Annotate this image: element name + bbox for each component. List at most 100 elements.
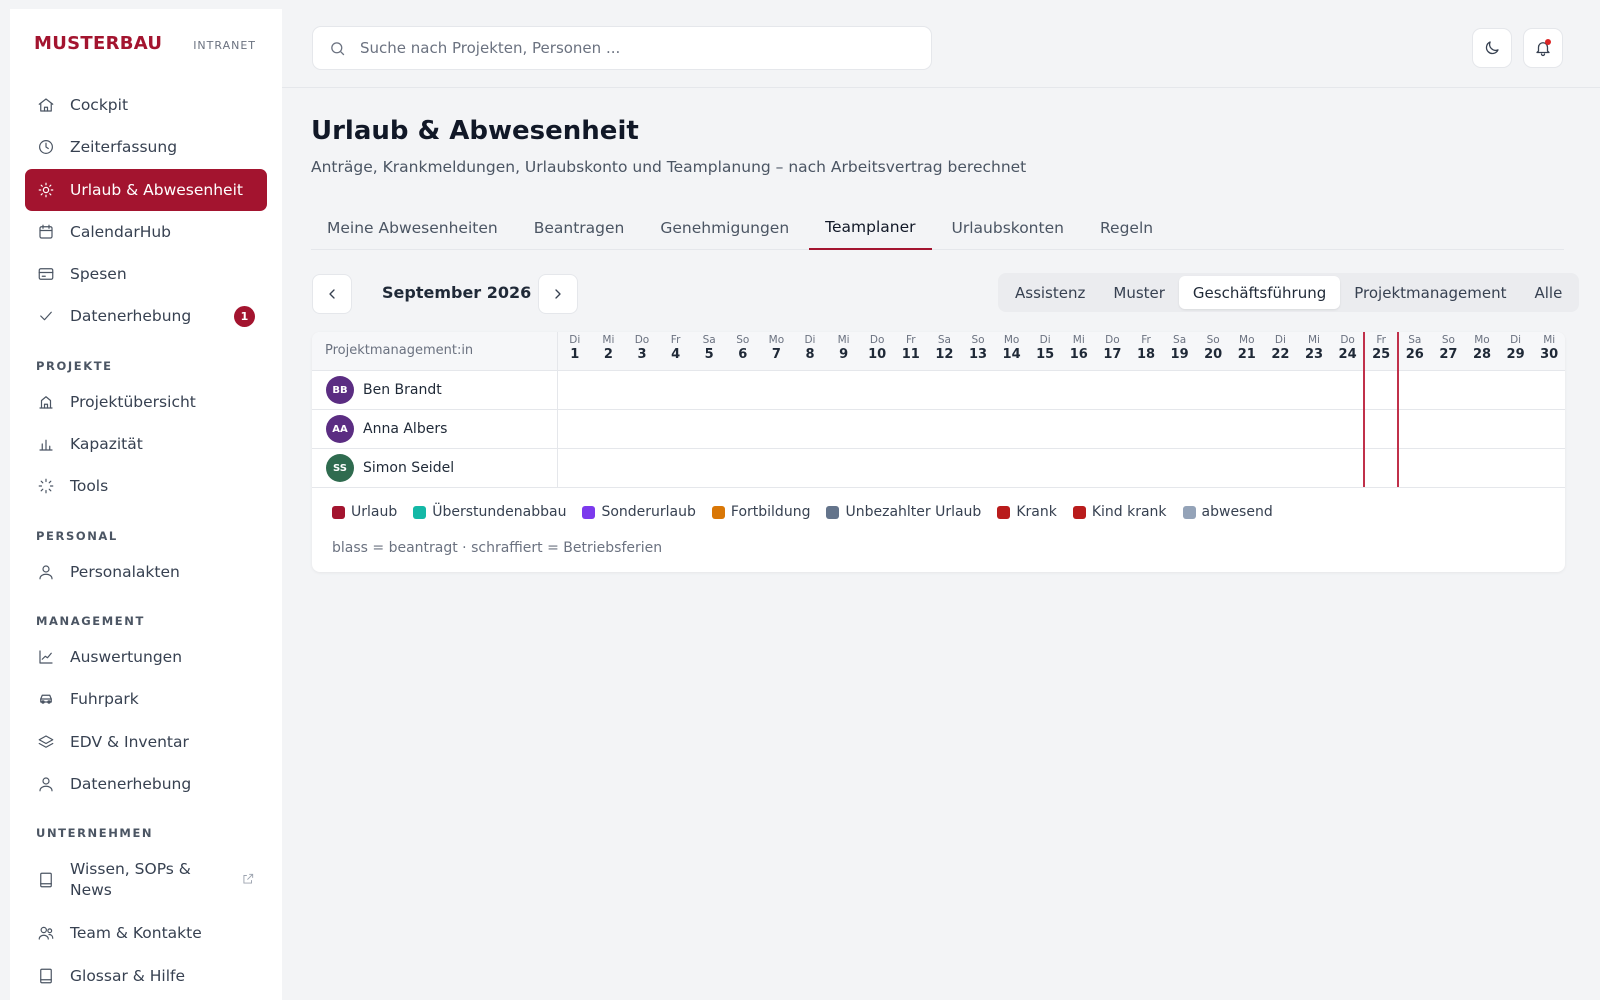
day-number: 14 [1002, 347, 1021, 362]
sidebar-item-fuhrpark[interactable]: Fuhrpark [25, 678, 267, 720]
sidebar-item-glossar-hilfe[interactable]: Glossar & Hilfe [25, 955, 267, 997]
sidebar-item-label: Datenerhebung [70, 774, 192, 793]
weekday-label: Mo [1239, 334, 1255, 346]
legend-item-uberstundenabbau: Überstundenabbau [413, 504, 566, 520]
day-column-header: Sa 5 [692, 332, 726, 371]
filter-geschaftsfuhrung[interactable]: Geschäftsführung [1178, 276, 1341, 309]
weekday-label: Mo [1474, 334, 1490, 346]
search-input[interactable] [360, 39, 900, 57]
day-number: 23 [1304, 347, 1324, 362]
day-column-header: Mi 9 [827, 332, 861, 371]
tab-urlaubskonten[interactable]: Urlaubskonten [936, 205, 1080, 250]
dark-mode-button[interactable] [1472, 28, 1512, 68]
book-icon [37, 871, 55, 889]
weekday-label: Sa [1408, 334, 1422, 346]
sun-icon [37, 181, 55, 199]
search-box[interactable] [312, 26, 932, 70]
sidebar-item-zeiterfassung[interactable]: Zeiterfassung [25, 126, 267, 168]
notifications-button[interactable] [1523, 28, 1563, 68]
day-column-header: Do 17 [1096, 332, 1130, 371]
person-name[interactable]: Ben Brandt [363, 382, 442, 398]
tab-beantragen[interactable]: Beantragen [518, 205, 641, 250]
day-number: 8 [805, 347, 815, 362]
day-column-header: Mi 2 [592, 332, 626, 371]
page-subtitle: Anträge, Krankmeldungen, Urlaubskonto un… [311, 158, 1027, 176]
legend-item-abwesend: abwesend [1182, 504, 1273, 520]
sidebar-item-label: Personalakten [70, 562, 180, 581]
sidebar-item-label: Zeiterfassung [70, 138, 178, 157]
next-month-button[interactable] [538, 274, 578, 314]
legend-item-fortbildung: Fortbildung [711, 504, 810, 520]
legend-swatch [332, 505, 345, 519]
sidebar-item-spesen[interactable]: Spesen [25, 253, 267, 295]
sidebar-item-label: Team & Kontakte [70, 924, 202, 943]
brand: MUSTERBAU INTRANET [10, 9, 282, 69]
day-column-header: Mo 21 [1230, 332, 1264, 371]
avatar[interactable]: SS [326, 454, 354, 482]
filter-projektmanagement[interactable]: Projektmanagement [1340, 276, 1520, 309]
user-icon [37, 775, 55, 793]
filter-alle[interactable]: Alle [1521, 276, 1577, 309]
filter-assistenz[interactable]: Assistenz [1001, 276, 1099, 309]
sidebar-nav: Cockpit Zeiterfassung Urlaub & Abwesenheit… [10, 69, 282, 997]
sidebar-item-auswertungen[interactable]: Auswertungen [25, 636, 267, 678]
sidebar-item-kapazitat[interactable]: Kapazität [25, 423, 267, 465]
day-column-header: Do 24 [1331, 332, 1365, 371]
credit-card-icon [37, 265, 55, 283]
filter-muster[interactable]: Muster [1099, 276, 1179, 309]
person-row: AA Anna Albers [312, 410, 1565, 449]
sidebar-item-label: Glossar & Hilfe [70, 966, 186, 985]
tab-meine-abwesenheiten[interactable]: Meine Abwesenheiten [311, 205, 514, 250]
sidebar-item-personalakten[interactable]: Personalakten [25, 551, 267, 593]
legend-label: Kind krank [1091, 504, 1167, 520]
team-filter: Assistenz Muster Geschäftsführung Projektma… [998, 273, 1580, 312]
tab-teamplaner[interactable]: Teamplaner [809, 205, 932, 250]
weekday-label: Mi [1072, 334, 1085, 346]
sidebar-item-calendarhub[interactable]: CalendarHub [25, 211, 267, 253]
sidebar-item-datenerhebung[interactable]: Datenerhebung 1 [25, 295, 267, 337]
sidebar-item-team-kontakte[interactable]: Team & Kontakte [25, 912, 267, 954]
weekday-label: So [736, 334, 750, 346]
sidebar-item-datenerhebung[interactable]: Datenerhebung [25, 763, 267, 805]
sidebar-item-label: Auswertungen [70, 647, 183, 666]
legend-swatch [711, 505, 725, 519]
sidebar-item-edv-inventar[interactable]: EDV & Inventar [25, 721, 267, 763]
person-name[interactable]: Simon Seidel [363, 460, 454, 476]
notification-dot [1545, 39, 1551, 45]
day-number: 27 [1439, 347, 1458, 362]
sidebar-item-cockpit[interactable]: Cockpit [25, 84, 267, 126]
section-label-unternehmen: UNTERNEHMEN [36, 826, 154, 841]
tab-genehmigungen[interactable]: Genehmigungen [644, 205, 805, 250]
legend-swatch [582, 505, 596, 519]
legend-swatch [1182, 505, 1196, 519]
sidebar-item-tools[interactable]: Tools [25, 465, 267, 507]
weekday-label: Sa [1173, 334, 1187, 346]
day-number: 30 [1540, 347, 1559, 362]
sidebar-item-label: Projektübersicht [70, 392, 196, 411]
previous-month-button[interactable] [312, 274, 352, 314]
day-column-header: Sa 12 [928, 332, 962, 371]
day-number: 1 [570, 347, 580, 362]
sidebar-item-wissen-sops-news[interactable]: Wissen, SOPs & News [25, 848, 267, 912]
day-number: 10 [868, 347, 887, 362]
person-name[interactable]: Anna Albers [363, 421, 447, 437]
name-column-header: Projektmanagement:in [325, 343, 474, 358]
section-label-management: MANAGEMENT [36, 613, 145, 628]
avatar[interactable]: BB [326, 376, 354, 404]
brand-logo[interactable]: MUSTERBAU [34, 33, 162, 54]
layers-icon [37, 733, 55, 751]
day-column-header: Sa 19 [1163, 332, 1197, 371]
day-number: 11 [901, 347, 920, 362]
legend-label: Krank [1016, 504, 1057, 520]
sidebar-item-label: Fuhrpark [70, 690, 139, 709]
sidebar-item-urlaub-abwesenheit[interactable]: Urlaub & Abwesenheit [25, 168, 267, 211]
legend-label: Urlaub [351, 504, 398, 520]
weekday-label: Di [1510, 334, 1522, 346]
sidebar-item-projektubersicht[interactable]: Projektübersicht [25, 381, 267, 423]
avatar[interactable]: AA [326, 415, 354, 443]
user-icon [37, 563, 55, 581]
day-column-header: Do 3 [625, 332, 659, 371]
weekday-label: Di [804, 334, 816, 346]
tab-regeln[interactable]: Regeln [1084, 205, 1169, 250]
day-column-header: Di 8 [793, 332, 827, 371]
